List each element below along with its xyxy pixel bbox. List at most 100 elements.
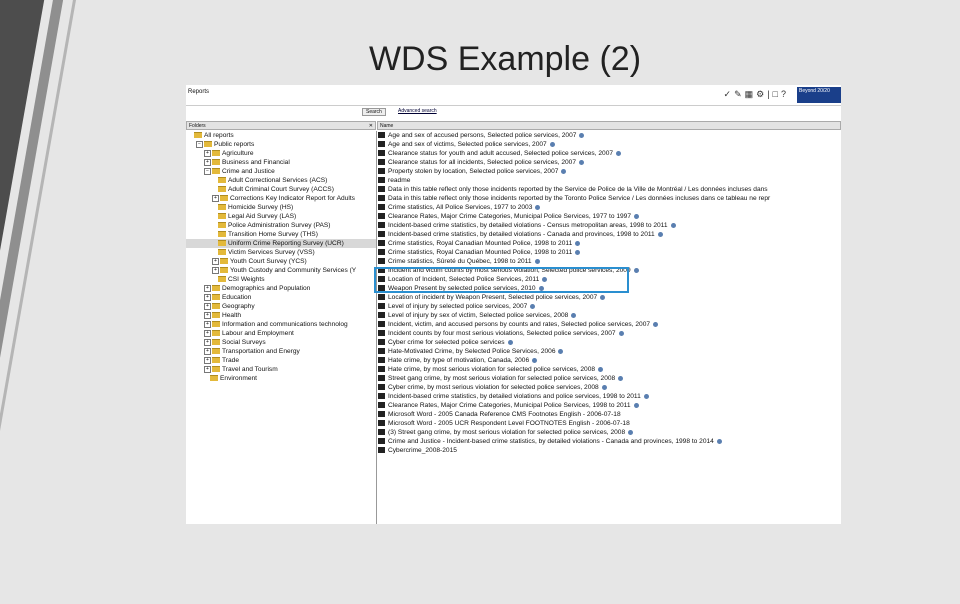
info-icon[interactable] — [633, 402, 639, 408]
report-link[interactable]: Incident-based crime statistics, by deta… — [388, 231, 655, 238]
report-list-item[interactable]: Microsoft Word - 2005 UCR Respondent Lev… — [378, 419, 841, 428]
expand-icon[interactable]: + — [212, 266, 219, 274]
name-header[interactable]: Name — [377, 121, 841, 130]
tree-item[interactable]: + Transportation and Energy — [186, 347, 376, 356]
report-list-item[interactable]: Location of incident by Weapon Present, … — [378, 293, 841, 302]
info-icon[interactable] — [561, 168, 567, 174]
expand-icon[interactable]: + — [204, 347, 211, 355]
report-list-item[interactable]: Incident-based crime statistics, by deta… — [378, 392, 841, 401]
tree-item[interactable]: + Labour and Employment — [186, 329, 376, 338]
report-link[interactable]: Hate crime, by type of motivation, Canad… — [388, 357, 529, 364]
report-link[interactable]: Level of injury by selected police servi… — [388, 303, 527, 310]
report-link[interactable]: Crime statistics, Royal Canadian Mounted… — [388, 249, 572, 256]
report-link[interactable]: Incident counts by four most serious vio… — [388, 330, 616, 337]
info-icon[interactable] — [507, 339, 513, 345]
tree-item[interactable]: Environment — [186, 374, 376, 383]
expand-icon[interactable]: + — [204, 158, 211, 166]
tree-item[interactable]: + Agriculture — [186, 149, 376, 158]
tree-item[interactable]: + Information and communications technolo… — [186, 320, 376, 329]
report-link[interactable]: Street gang crime, by most serious viola… — [388, 375, 615, 382]
tree-item[interactable]: + Education — [186, 293, 376, 302]
report-link[interactable]: readme — [388, 177, 410, 184]
expand-icon[interactable]: + — [204, 329, 211, 337]
collapse-icon[interactable]: − — [196, 140, 203, 148]
tree-item[interactable]: Adult Criminal Court Survey (ACCS) — [186, 185, 376, 194]
info-icon[interactable] — [618, 375, 624, 381]
report-list-item[interactable]: Clearance status for all incidents, Sele… — [378, 158, 841, 167]
expand-icon[interactable]: + — [204, 149, 211, 157]
report-list-item[interactable]: Incident-based crime statistics, by deta… — [378, 230, 841, 239]
report-link[interactable]: Crime and Justice - Incident-based crime… — [388, 438, 714, 445]
report-list-item[interactable]: Crime statistics, Royal Canadian Mounted… — [378, 248, 841, 257]
report-list-item[interactable]: (3) Street gang crime, by most serious v… — [378, 428, 841, 437]
report-list-item[interactable]: Crime statistics, All Police Services, 1… — [378, 203, 841, 212]
help-icon[interactable]: ? — [781, 89, 789, 99]
tree-item[interactable]: Police Administration Survey (PAS) — [186, 221, 376, 230]
info-icon[interactable] — [633, 267, 639, 273]
close-icon[interactable]: ✕ — [369, 122, 373, 131]
report-list-item[interactable]: Hate crime, by type of motivation, Canad… — [378, 356, 841, 365]
check-icon[interactable]: ✓ — [724, 89, 735, 99]
expand-icon[interactable]: + — [204, 311, 211, 319]
report-link[interactable]: Crime statistics, Sûreté du Québec, 1998… — [388, 258, 532, 265]
report-link[interactable]: Clearance Rates, Major Crime Categories,… — [388, 213, 631, 220]
tree-item[interactable]: All reports — [186, 131, 376, 140]
tree-item[interactable]: − Public reports — [186, 140, 376, 149]
info-icon[interactable] — [530, 303, 536, 309]
report-link[interactable]: Cyber crime for selected police services — [388, 339, 505, 346]
info-icon[interactable] — [670, 222, 676, 228]
report-list-item[interactable]: Crime and Justice - Incident-based crime… — [378, 437, 841, 446]
info-icon[interactable] — [579, 132, 585, 138]
report-list-item[interactable]: Level of injury by sex of victim, Select… — [378, 311, 841, 320]
pin-icon[interactable]: ✎ — [734, 89, 745, 99]
info-icon[interactable] — [643, 393, 649, 399]
tree-item[interactable]: + Youth Custody and Community Services (Y — [186, 266, 376, 275]
tree-item[interactable]: Adult Correctional Services (ACS) — [186, 176, 376, 185]
tree-item[interactable]: Uniform Crime Reporting Survey (UCR) — [186, 239, 376, 248]
expand-icon[interactable]: + — [204, 365, 211, 373]
report-list-item[interactable]: Cybercrime_2008-2015 — [378, 446, 841, 455]
report-list-item[interactable]: Data in this table reflect only those in… — [378, 185, 841, 194]
report-list-item[interactable]: Clearance Rates, Major Crime Categories,… — [378, 401, 841, 410]
expand-icon[interactable]: + — [204, 356, 211, 364]
info-icon[interactable] — [534, 258, 540, 264]
report-link[interactable]: Incident-based crime statistics, by deta… — [388, 222, 668, 229]
report-list-item[interactable]: Incident, victim, and accused persons by… — [378, 320, 841, 329]
report-list-item[interactable]: Cyber crime, by most serious violation f… — [378, 383, 841, 392]
report-link[interactable]: Hate crime, by most serious violation fo… — [388, 366, 595, 373]
tree-item[interactable]: − Crime and Justice — [186, 167, 376, 176]
info-icon[interactable] — [653, 321, 659, 327]
report-link[interactable]: (3) Street gang crime, by most serious v… — [388, 429, 625, 436]
report-link[interactable]: Cybercrime_2008-2015 — [388, 447, 457, 454]
tree-item[interactable]: + Health — [186, 311, 376, 320]
report-link[interactable]: Crime statistics, All Police Services, 1… — [388, 204, 532, 211]
info-icon[interactable] — [601, 384, 607, 390]
expand-icon[interactable]: + — [212, 194, 219, 202]
info-icon[interactable] — [575, 249, 581, 255]
gear-icon[interactable]: ⚙ — [756, 89, 767, 99]
grid-icon[interactable]: ▦ — [745, 89, 757, 99]
info-icon[interactable] — [616, 150, 622, 156]
advanced-search-link[interactable]: Advanced search — [398, 108, 437, 114]
window-icon[interactable]: □ — [773, 89, 781, 99]
tree-item[interactable]: Legal Aid Survey (LAS) — [186, 212, 376, 221]
report-list-item[interactable]: Clearance status for youth and adult acc… — [378, 149, 841, 158]
tree-item[interactable]: + Social Surveys — [186, 338, 376, 347]
info-icon[interactable] — [600, 294, 606, 300]
report-list-item[interactable]: Data in this table reflect only those in… — [378, 194, 841, 203]
info-icon[interactable] — [535, 204, 541, 210]
report-list-item[interactable]: Hate-Motivated Crime, by Selected Police… — [378, 347, 841, 356]
tree-item[interactable]: Homicide Survey (HS) — [186, 203, 376, 212]
expand-icon[interactable]: + — [204, 302, 211, 310]
tab-reports[interactable]: Reports — [188, 89, 209, 95]
tree-item[interactable]: + Business and Financial — [186, 158, 376, 167]
report-link[interactable]: Clearance status for all incidents, Sele… — [388, 159, 576, 166]
report-list-item[interactable]: Level of injury by selected police servi… — [378, 302, 841, 311]
info-icon[interactable] — [549, 141, 555, 147]
report-list-item[interactable]: Street gang crime, by most serious viola… — [378, 374, 841, 383]
report-link[interactable]: Clearance status for youth and adult acc… — [388, 150, 613, 157]
report-list-item[interactable]: Crime statistics, Sûreté du Québec, 1998… — [378, 257, 841, 266]
info-icon[interactable] — [618, 330, 624, 336]
report-list-item[interactable]: Hate crime, by most serious violation fo… — [378, 365, 841, 374]
report-link[interactable]: Level of injury by sex of victim, Select… — [388, 312, 568, 319]
